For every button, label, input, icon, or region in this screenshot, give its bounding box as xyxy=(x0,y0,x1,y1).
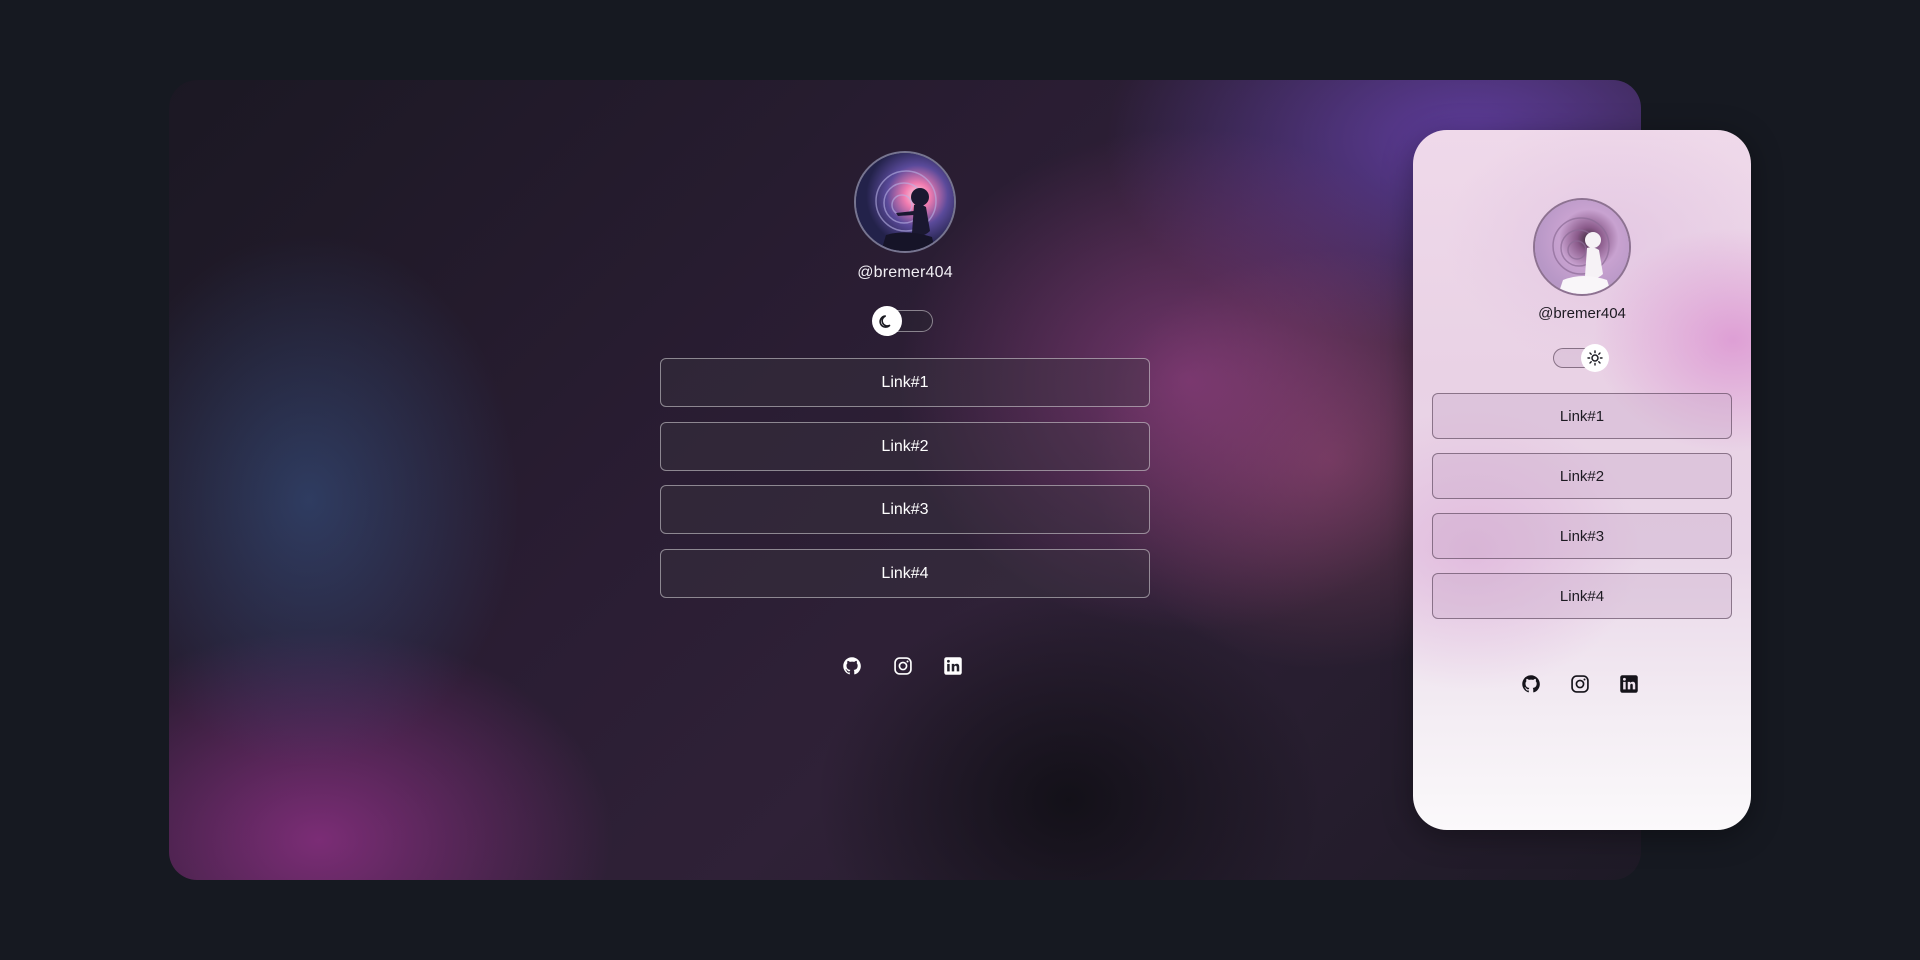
link-button-2[interactable]: Link#2 xyxy=(660,422,1150,471)
moon-icon xyxy=(879,315,891,328)
avatar xyxy=(854,151,956,253)
avatar xyxy=(1533,198,1631,296)
instagram-link[interactable] xyxy=(892,655,914,677)
github-icon xyxy=(1522,675,1540,693)
instagram-icon xyxy=(894,657,912,675)
theme-toggle-knob[interactable] xyxy=(1581,344,1609,372)
instagram-link[interactable] xyxy=(1569,673,1591,695)
avatar-image xyxy=(856,153,954,251)
link-button-3[interactable]: Link#3 xyxy=(1432,513,1732,559)
linkedin-icon xyxy=(944,657,962,675)
avatar-image xyxy=(1535,200,1629,294)
github-link[interactable] xyxy=(841,655,863,677)
mobile-light-preview: @bremer404 Link#1 Link#2 Link#3 Link#4 xyxy=(1413,130,1751,830)
link-button-3[interactable]: Link#3 xyxy=(660,485,1150,534)
link-button-4[interactable]: Link#4 xyxy=(660,549,1150,598)
theme-toggle[interactable] xyxy=(872,306,933,336)
link-button-1[interactable]: Link#1 xyxy=(1432,393,1732,439)
github-link[interactable] xyxy=(1520,673,1542,695)
github-icon xyxy=(843,657,861,675)
username-handle: @bremer404 xyxy=(857,264,953,281)
theme-toggle[interactable] xyxy=(1553,344,1609,372)
username-handle: @bremer404 xyxy=(1538,305,1626,322)
showcase-stage: @bremer404 Link#1 Link#2 Link#3 Link#4 @… xyxy=(0,0,1920,960)
theme-toggle-knob[interactable] xyxy=(872,306,902,336)
linkedin-icon xyxy=(1620,675,1638,693)
linkedin-link[interactable] xyxy=(1618,673,1640,695)
sun-icon xyxy=(1587,350,1603,366)
link-button-2[interactable]: Link#2 xyxy=(1432,453,1732,499)
instagram-icon xyxy=(1571,675,1589,693)
linkedin-link[interactable] xyxy=(942,655,964,677)
link-button-1[interactable]: Link#1 xyxy=(660,358,1150,407)
link-button-4[interactable]: Link#4 xyxy=(1432,573,1732,619)
